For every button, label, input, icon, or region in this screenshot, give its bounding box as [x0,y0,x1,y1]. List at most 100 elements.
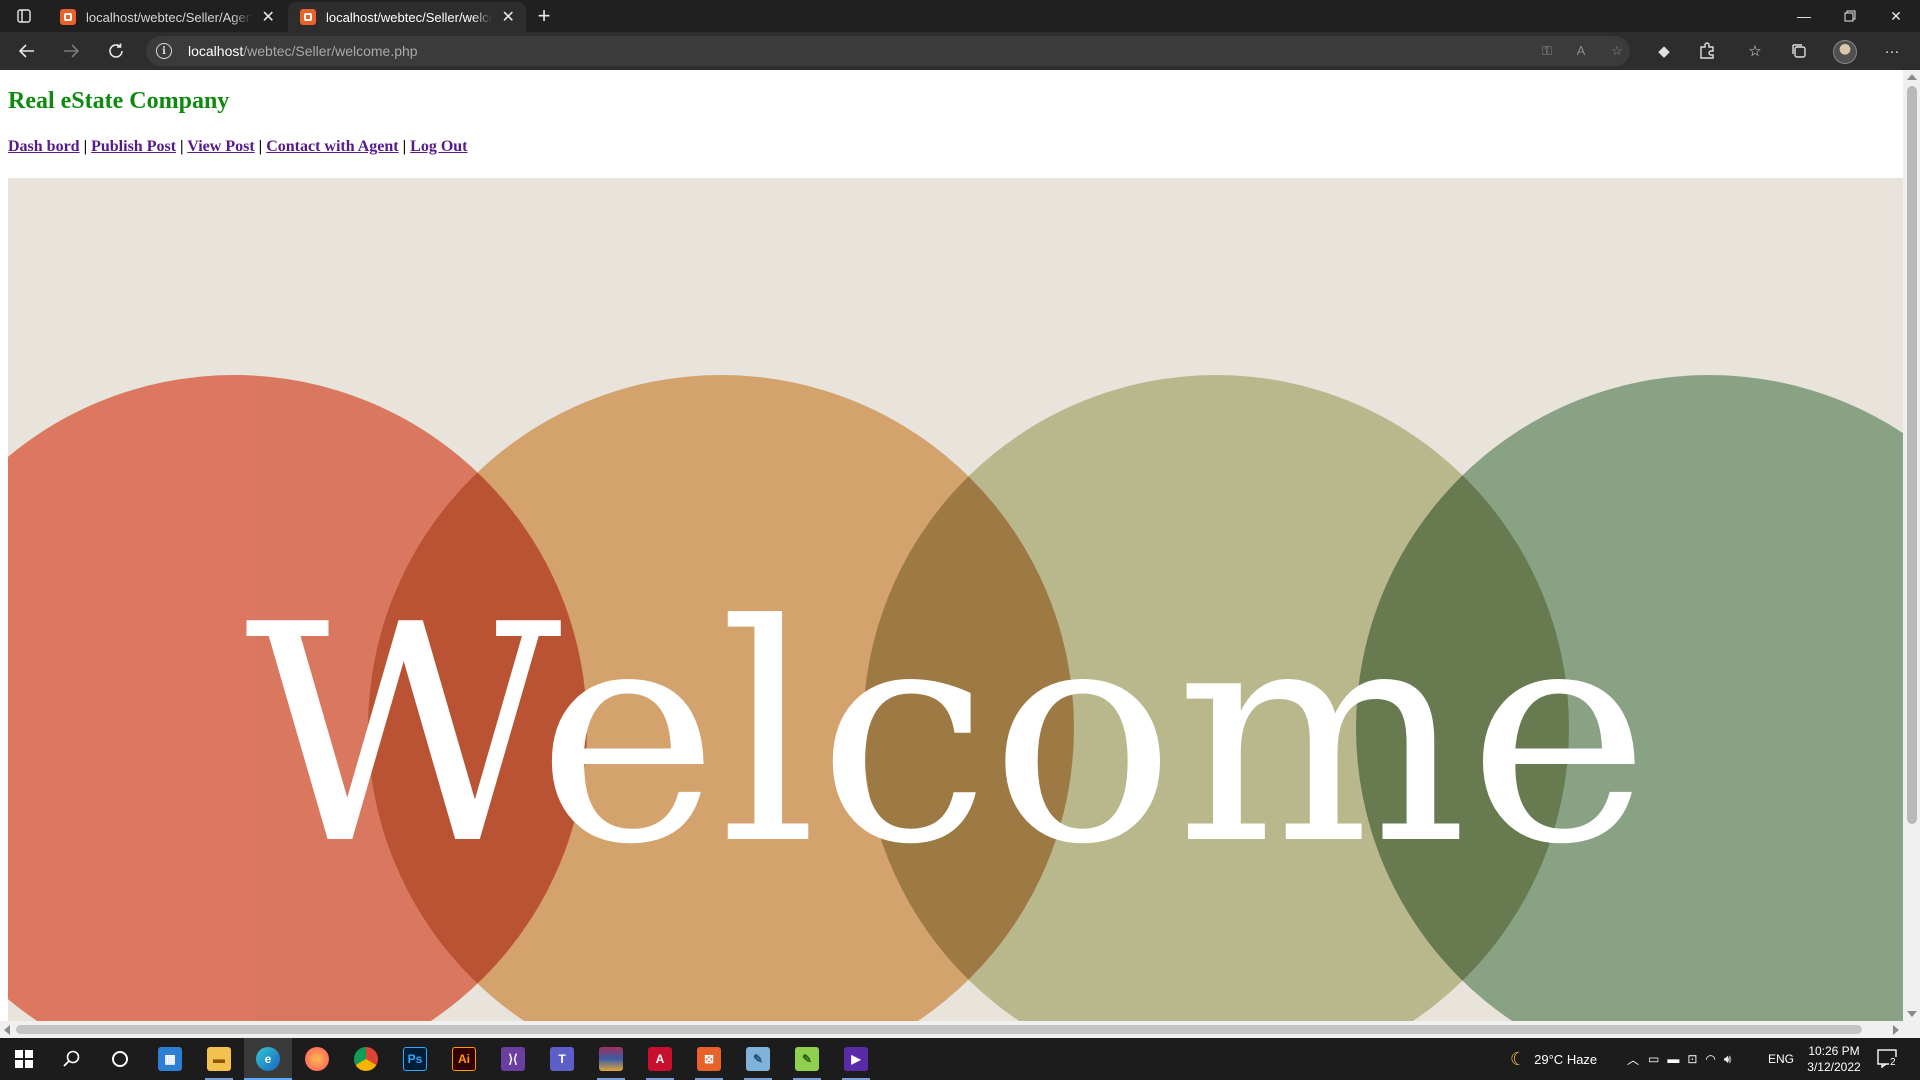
cortana-icon [112,1051,128,1067]
taskbar-notepad-plus[interactable]: ✎ [783,1038,831,1080]
xampp-icon: ⊠ [697,1047,721,1071]
search-button[interactable] [48,1038,96,1080]
scroll-down-icon[interactable] [1907,1011,1917,1017]
taskbar-illustrator[interactable]: Ai [440,1038,488,1080]
wifi-icon[interactable]: ◠ [1705,1052,1715,1066]
scroll-thumb[interactable] [1907,86,1917,824]
taskbar-edge[interactable]: e [244,1038,292,1080]
taskbar-store[interactable]: ▦ [146,1038,194,1080]
taskbar-notepad[interactable]: ✎ [734,1038,782,1080]
restore-button[interactable] [1827,0,1873,32]
battery-icon[interactable]: ▬ [1667,1052,1679,1066]
back-button[interactable] [12,37,42,65]
xampp-favicon-icon [60,9,76,25]
tab-agent[interactable]: localhost/webtec/Seller/Agent/a ✕ [48,2,286,32]
teams-icon: T [550,1047,574,1071]
show-hidden-icons[interactable]: ︿ [1627,1038,1639,1080]
tab-title: localhost/webtec/Seller/Agent/a [86,9,253,25]
visual-studio-icon: ⟩⟨ [501,1047,525,1071]
favorites-icon[interactable]: ☆ [1744,41,1766,61]
weather-widget[interactable]: ☾ 29°C Haze [1510,1038,1597,1080]
security-icon[interactable]: ⊡ [1687,1052,1697,1066]
scroll-left-icon[interactable] [4,1025,10,1035]
tab-welcome[interactable]: localhost/webtec/Seller/welcome.php ✕ [288,2,526,32]
windows-logo-icon [15,1050,33,1068]
clock-date: 3/12/2022 [1807,1060,1861,1074]
taskbar-acrobat[interactable]: A [636,1038,684,1080]
winrar-icon [599,1047,623,1071]
nav-link-dashboard[interactable]: Dash bord [8,138,80,155]
taskbar-photoshop[interactable]: Ps [391,1038,439,1080]
minimize-button[interactable]: — [1781,0,1827,32]
vertical-scrollbar[interactable] [1903,70,1920,1021]
nav-link-contact-agent[interactable]: Contact with Agent [266,138,398,155]
refresh-button[interactable] [101,37,131,65]
more-menu-icon[interactable]: ··· [1881,41,1903,61]
site-info-icon[interactable]: i [156,43,172,59]
weather-condition: Haze [1566,1051,1598,1067]
store-icon: ▦ [158,1047,182,1071]
edge-icon: e [256,1047,280,1071]
photoshop-icon: Ps [403,1047,427,1071]
illustrator-icon: Ai [452,1047,476,1071]
close-tab-icon[interactable]: ✕ [260,7,276,27]
password-key-icon[interactable]: ⚿ [1538,43,1556,59]
extension-icon[interactable]: ◆ [1653,41,1675,61]
nav-links: Dash bord | Publish Post | View Post | C… [8,138,468,155]
taskbar-visual-studio[interactable]: ⟩⟨ [489,1038,537,1080]
windows-taskbar: ▦ ▬ e Ps Ai ⟩⟨ T A ⊠ ✎ ✎ ▶ ☾ 29°C Haze ︿… [0,1038,1920,1080]
add-favorite-icon[interactable]: ☆ [1608,43,1626,59]
nav-link-view-post[interactable]: View Post [187,138,254,155]
address-bar[interactable]: i localhost/webtec/Seller/welcome.php ⚿ … [146,36,1630,66]
browser-toolbar: i localhost/webtec/Seller/welcome.php ⚿ … [0,32,1920,70]
notification-count: 2 [1889,1057,1897,1068]
device-icon[interactable]: ▭ [1648,1052,1659,1066]
collections-icon[interactable] [1788,41,1810,61]
page-viewport: Real eState Company Dash bord | Publish … [0,70,1920,1038]
tab-actions-icon[interactable] [4,4,44,28]
welcome-banner-image: Welcome [8,178,1903,1038]
cortana-button[interactable] [96,1038,144,1080]
weather-temp: 29°C [1534,1051,1564,1067]
scroll-right-icon[interactable] [1893,1025,1899,1035]
taskbar-file-explorer[interactable]: ▬ [195,1038,243,1080]
banner-welcome-text: Welcome [245,561,1650,910]
nav-link-publish-post[interactable]: Publish Post [91,138,176,155]
close-tab-icon[interactable]: ✕ [500,7,516,27]
notepad-plus-icon: ✎ [795,1047,819,1071]
tab-bar: localhost/webtec/Seller/Agent/a ✕ localh… [0,0,1920,32]
horizontal-scrollbar[interactable] [0,1021,1903,1038]
notifications-button[interactable]: 2 [1876,1047,1900,1071]
read-aloud-icon[interactable]: A [1572,43,1590,59]
system-tray-icons: ▭ ▬ ⊡ ◠ 🔊︎ [1648,1038,1731,1080]
taskbar-winrar[interactable] [587,1038,635,1080]
taskbar-xampp[interactable]: ⊠ [685,1038,733,1080]
acrobat-icon: A [648,1047,672,1071]
media-player-icon: ▶ [844,1047,868,1071]
extensions-puzzle-icon[interactable] [1696,41,1718,61]
chevron-up-icon[interactable]: ︿ [1627,1051,1639,1068]
search-icon [63,1050,80,1067]
close-window-button[interactable]: ✕ [1873,0,1919,32]
scrollbar-corner [1903,1021,1920,1038]
nav-link-log-out[interactable]: Log Out [410,138,467,155]
xampp-favicon-icon [300,9,316,25]
taskbar-teams[interactable]: T [538,1038,586,1080]
chrome-icon [354,1047,378,1071]
taskbar-media-player[interactable]: ▶ [832,1038,880,1080]
new-tab-button[interactable]: + [530,3,558,29]
clock[interactable]: 10:26 PM 3/12/2022 [1798,1043,1870,1075]
page-title: Real eState Company [8,88,230,114]
start-button[interactable] [0,1038,48,1080]
language-indicator[interactable]: ENG [1768,1038,1794,1080]
volume-icon[interactable]: 🔊︎ [1724,1052,1732,1067]
taskbar-firefox[interactable] [293,1038,341,1080]
forward-button[interactable] [56,37,86,65]
folder-icon: ▬ [207,1047,231,1071]
taskbar-chrome[interactable] [342,1038,390,1080]
profile-avatar[interactable] [1833,40,1857,64]
scroll-thumb[interactable] [16,1025,1862,1034]
clock-time: 10:26 PM [1808,1044,1860,1058]
scroll-up-icon[interactable] [1907,74,1917,80]
url-text[interactable]: localhost/webtec/Seller/welcome.php [188,43,418,59]
